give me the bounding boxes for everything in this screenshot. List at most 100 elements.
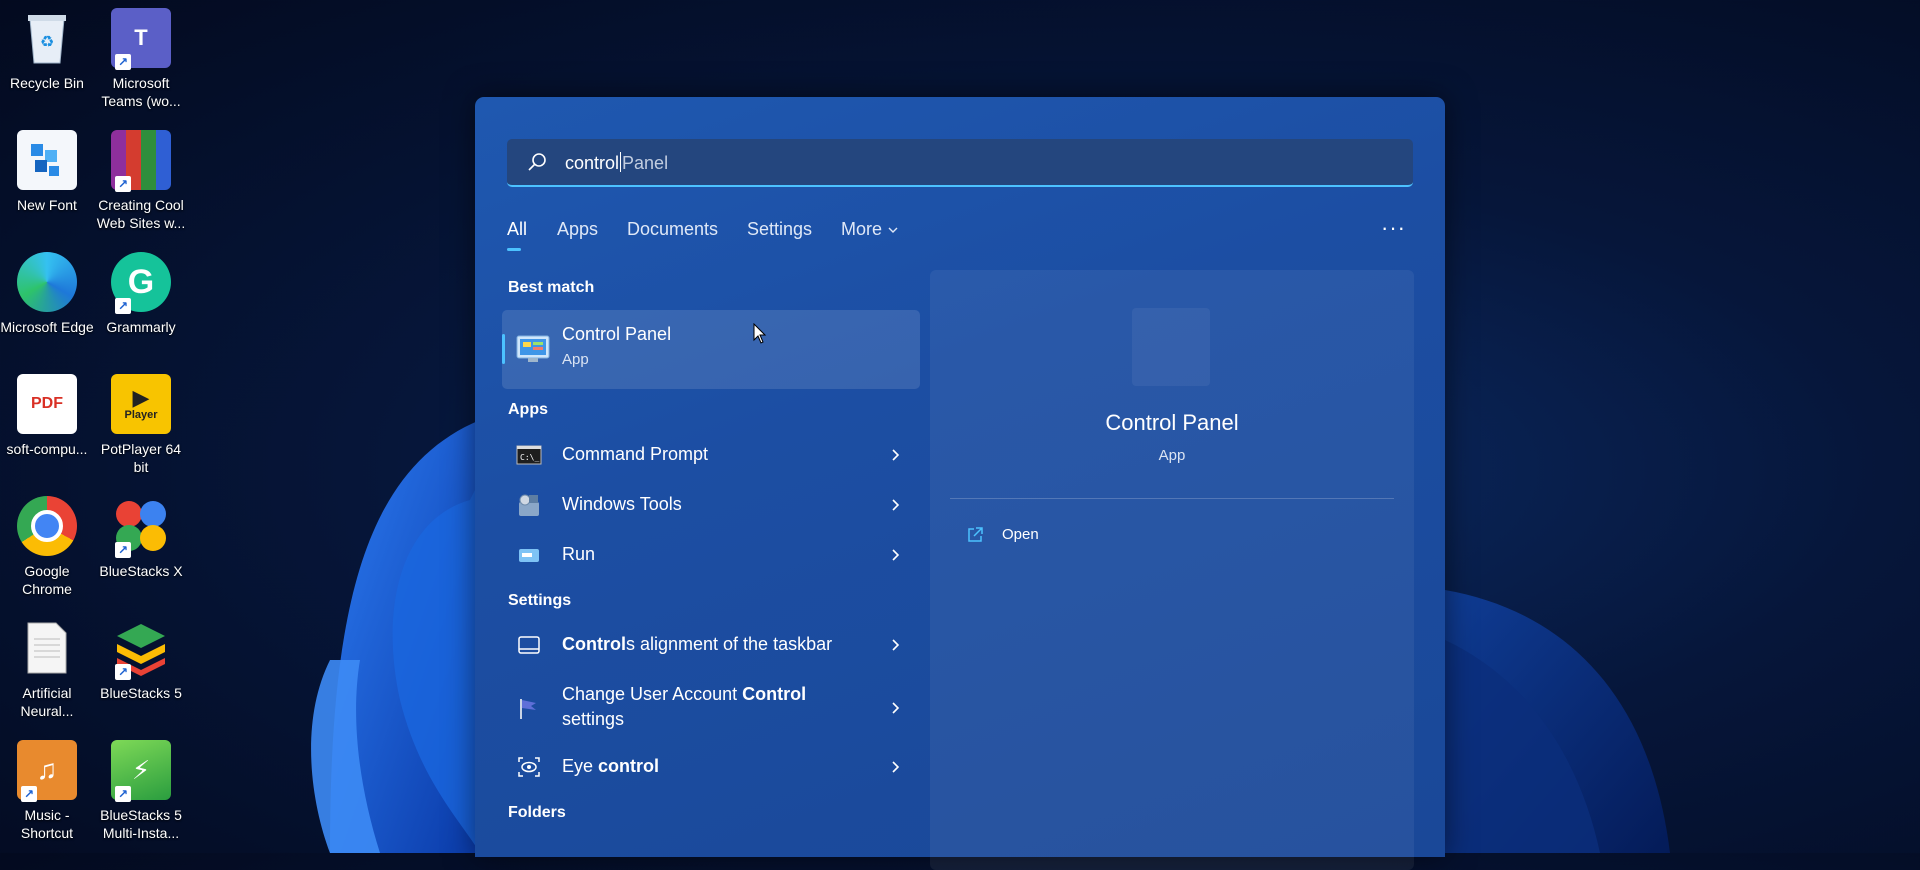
music-folder-icon: ♫ ↗ bbox=[17, 740, 77, 802]
search-icon bbox=[528, 153, 546, 171]
desktop-icon-label: New Font bbox=[17, 197, 77, 213]
desktop-icon-bluestacks-x[interactable]: ↗ BlueStacks X bbox=[94, 496, 188, 580]
desktop-icon-potplayer[interactable]: ▶ Player PotPlayer 64 bit bbox=[94, 374, 188, 476]
text-caret bbox=[620, 152, 622, 172]
selection-indicator bbox=[502, 334, 505, 364]
divider bbox=[950, 498, 1394, 499]
result-label: Controls alignment of the taskbar bbox=[562, 634, 832, 655]
result-run[interactable]: Run bbox=[502, 532, 920, 578]
run-icon bbox=[519, 549, 539, 562]
active-tab-indicator bbox=[507, 248, 521, 251]
bluestacks-x-icon: ↗ bbox=[111, 496, 171, 558]
tab-all[interactable]: All bbox=[507, 219, 527, 240]
result-label: Eye control bbox=[562, 756, 659, 777]
desktop-icon-recycle-bin[interactable]: ♻ Recycle Bin bbox=[0, 8, 94, 92]
open-label: Open bbox=[1002, 526, 1039, 543]
desktop-icon-new-font[interactable]: New Font bbox=[0, 130, 94, 214]
result-eye-control[interactable]: Eye control bbox=[502, 744, 920, 790]
result-label: Command Prompt bbox=[562, 444, 709, 464]
svg-text:♻: ♻ bbox=[40, 34, 54, 51]
potplayer-icon-glyph: Player bbox=[124, 409, 158, 421]
search-input[interactable]: control Panel bbox=[565, 152, 668, 174]
desktop-icon-bluestacks5[interactable]: ↗ BlueStacks 5 bbox=[94, 618, 188, 702]
best-match-header: Best match bbox=[508, 279, 595, 296]
desktop-icon-teams[interactable]: T ↗ Microsoft Teams (wo... bbox=[94, 8, 188, 110]
best-match-control-panel[interactable]: Control Panel App bbox=[502, 310, 920, 389]
desktop-icon-label: Microsoft Edge bbox=[0, 319, 94, 335]
desktop-icon-label: Music - Shortcut bbox=[20, 807, 74, 841]
desktop-icon-label: PotPlayer 64 bit bbox=[100, 441, 182, 475]
desktop-icon-bluestacks-multi[interactable]: ⚡ ↗ BlueStacks 5 Multi-Insta... bbox=[94, 740, 188, 842]
tab-more[interactable]: More bbox=[841, 219, 899, 240]
eye-control-icon bbox=[518, 757, 540, 777]
open-action[interactable]: Open bbox=[952, 524, 1152, 552]
label-pre: Change User Account bbox=[562, 684, 743, 704]
desktop-icon-label: BlueStacks 5 bbox=[100, 685, 182, 701]
edge-icon bbox=[17, 252, 77, 312]
label-match: Control bbox=[742, 684, 807, 704]
search-suggestion-text: Panel bbox=[622, 153, 669, 173]
chevron-right-icon[interactable] bbox=[886, 757, 906, 777]
teams-icon: T ↗ bbox=[111, 8, 171, 70]
label-rest: s alignment of the taskbar bbox=[625, 634, 833, 654]
grammarly-icon: G ↗ bbox=[111, 252, 171, 314]
desktop-icon-label: Artificial Neural... bbox=[20, 685, 74, 719]
search-panel: control Panel All Apps Documents Settings… bbox=[475, 97, 1445, 870]
pdf-icon-glyph: PDF bbox=[31, 395, 63, 412]
tab-more-label: More bbox=[841, 219, 883, 239]
chevron-right-icon[interactable] bbox=[886, 635, 906, 655]
desktop-icons: ♻ Recycle Bin T ↗ Microsoft Teams (wo... … bbox=[0, 0, 190, 853]
best-match-name: Control Panel bbox=[562, 324, 672, 344]
open-external-icon bbox=[968, 527, 983, 542]
winrar-icon: ↗ bbox=[111, 130, 171, 192]
tab-apps[interactable]: Apps bbox=[557, 219, 598, 240]
svg-text:C:\_: C:\_ bbox=[520, 453, 539, 462]
desktop-icon-edge[interactable]: Microsoft Edge bbox=[0, 252, 94, 336]
result-controls-alignment-taskbar[interactable]: Controls alignment of the taskbar bbox=[502, 622, 920, 668]
mouse-cursor-icon bbox=[753, 323, 767, 344]
apps-header: Apps bbox=[508, 401, 548, 418]
desktop-icon-chrome[interactable]: Google Chrome bbox=[0, 496, 94, 598]
windows-tools-icon bbox=[519, 494, 539, 516]
taskbar-icon bbox=[518, 636, 540, 654]
chevron-down-icon bbox=[888, 227, 898, 233]
desktop-icon-label: Google Chrome bbox=[22, 563, 72, 597]
text-document-icon bbox=[17, 618, 77, 678]
control-panel-large-icon bbox=[1132, 308, 1210, 386]
result-label: Run bbox=[562, 544, 596, 564]
chevron-right-icon[interactable] bbox=[886, 495, 906, 515]
result-command-prompt[interactable]: C:\_ Command Prompt bbox=[502, 432, 920, 478]
bluestacks-multi-icon: ⚡ ↗ bbox=[111, 740, 171, 802]
chrome-icon bbox=[17, 496, 77, 556]
settings-header: Settings bbox=[508, 592, 572, 609]
label-match: Control bbox=[562, 634, 626, 654]
control-panel-icon bbox=[516, 335, 550, 362]
tab-settings[interactable]: Settings bbox=[747, 219, 812, 240]
desktop-icon-soft-compu[interactable]: PDF soft-compu... bbox=[0, 374, 94, 458]
preview-pane: Control Panel App Open bbox=[930, 270, 1414, 870]
result-label: Change User Account Control settings bbox=[562, 682, 862, 732]
chevron-right-icon[interactable] bbox=[886, 698, 906, 718]
result-change-uac-settings[interactable]: Change User Account Control settings bbox=[502, 680, 920, 736]
more-options-icon[interactable]: ··· bbox=[1381, 215, 1405, 240]
desktop-icon-label: BlueStacks 5 Multi-Insta... bbox=[100, 807, 182, 841]
search-box[interactable]: control Panel bbox=[507, 139, 1413, 187]
potplayer-icon: ▶ Player bbox=[111, 374, 171, 434]
chevron-right-icon[interactable] bbox=[886, 445, 906, 465]
result-windows-tools[interactable]: Windows Tools bbox=[502, 482, 920, 528]
bluestacks5-icon: ↗ bbox=[111, 618, 171, 680]
command-prompt-icon: C:\_ bbox=[516, 445, 542, 465]
desktop-icon-music-shortcut[interactable]: ♫ ↗ Music - Shortcut bbox=[0, 740, 94, 842]
preview-title: Control Panel bbox=[1105, 410, 1239, 435]
desktop-icon-artificial-neural[interactable]: Artificial Neural... bbox=[0, 618, 94, 720]
desktop-icon-grammarly[interactable]: G ↗ Grammarly bbox=[94, 252, 188, 336]
desktop-icon-label: Creating Cool Web Sites w... bbox=[96, 197, 186, 231]
label-rest: settings bbox=[562, 709, 625, 729]
chevron-right-icon[interactable] bbox=[886, 545, 906, 565]
tab-documents[interactable]: Documents bbox=[627, 219, 718, 240]
desktop-icon-creating-cool-web-sites[interactable]: ↗ Creating Cool Web Sites w... bbox=[94, 130, 188, 232]
desktop-icon-label: Recycle Bin bbox=[10, 75, 84, 91]
best-match-type: App bbox=[562, 351, 589, 368]
label-match: control bbox=[598, 756, 660, 776]
uac-flag-icon bbox=[520, 699, 536, 719]
